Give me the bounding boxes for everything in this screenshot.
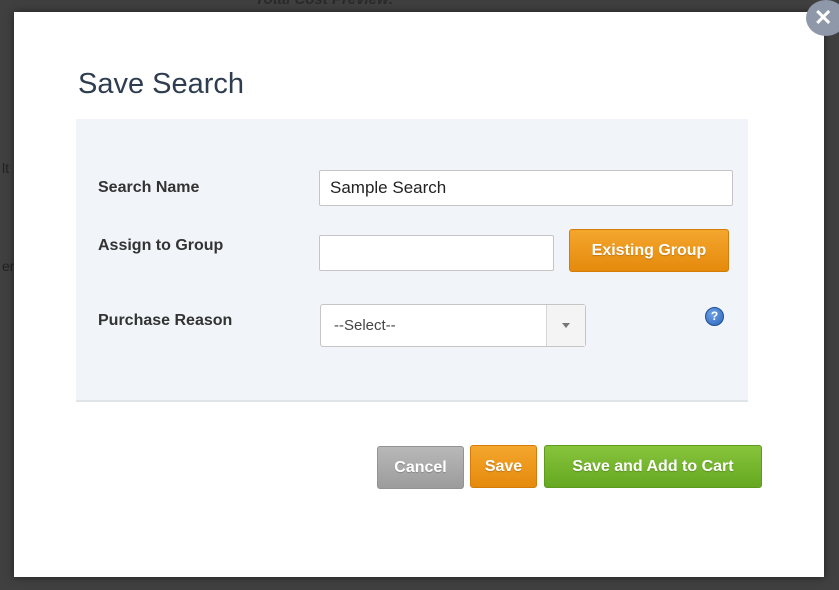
search-name-label: Search Name: [98, 179, 200, 196]
background-fragment: er: [2, 258, 15, 274]
purchase-reason-label: Purchase Reason: [98, 312, 233, 329]
background-cost-preview: Total Cost Preview:: [255, 0, 394, 8]
close-icon[interactable]: ✕: [806, 0, 839, 36]
purchase-reason-select[interactable]: --Select--: [320, 304, 586, 347]
assign-group-label: Assign to Group: [98, 237, 224, 254]
purchase-reason-selected: --Select--: [334, 317, 396, 334]
save-button[interactable]: Save: [470, 445, 537, 488]
question-icon[interactable]: ?: [705, 307, 724, 326]
search-name-input[interactable]: [319, 170, 733, 206]
assign-group-input[interactable]: [319, 235, 554, 271]
background-fragment: lt: [2, 160, 9, 176]
save-and-add-to-cart-button[interactable]: Save and Add to Cart: [544, 445, 762, 488]
existing-group-button[interactable]: Existing Group: [569, 229, 729, 272]
dialog-title: Save Search: [78, 68, 245, 100]
chevron-down-icon[interactable]: [546, 305, 585, 346]
cancel-button[interactable]: Cancel: [377, 446, 464, 489]
